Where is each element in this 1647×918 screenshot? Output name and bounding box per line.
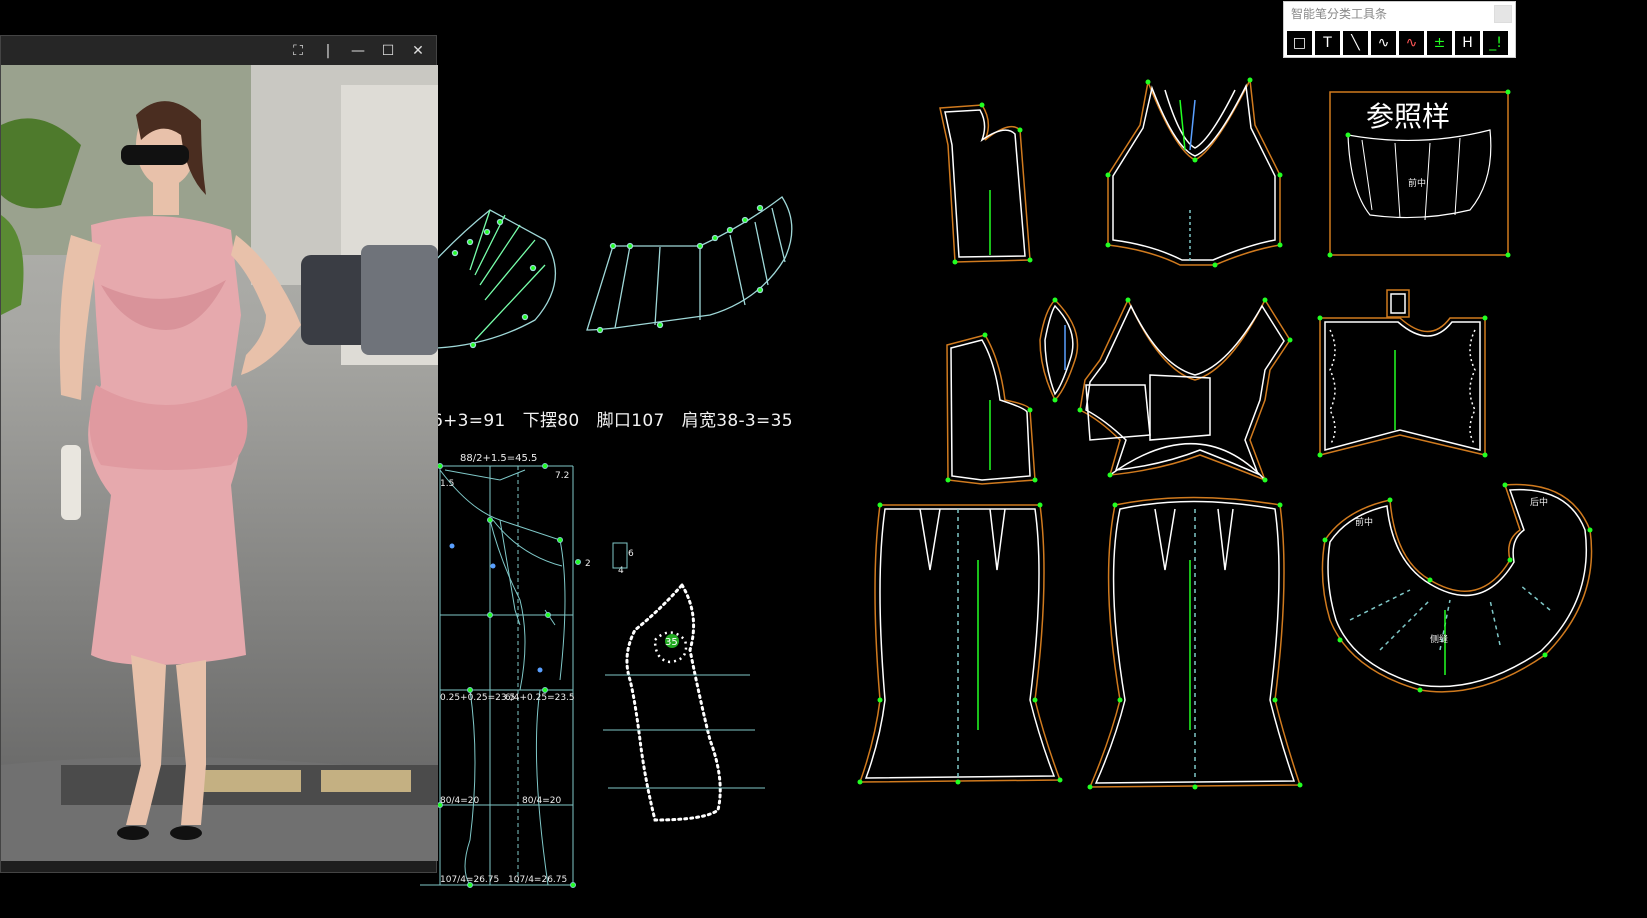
viewer-titlebar[interactable]: ⛶ | — ☐ ✕ bbox=[1, 36, 436, 65]
measurement-text: 6+3=91 下摆80 脚口107 肩宽38-3=35 bbox=[432, 411, 793, 431]
fit-screen-icon[interactable]: ⛶ bbox=[290, 43, 306, 59]
svg-text:前中: 前中 bbox=[1408, 177, 1426, 189]
svg-text:0.25+0.25=23.5: 0.25+0.25=23.5 bbox=[440, 693, 515, 703]
svg-text:侧缝: 侧缝 bbox=[1430, 633, 1448, 645]
svg-text:6/4+0.25=23.5: 6/4+0.25=23.5 bbox=[505, 693, 575, 703]
minimize-icon[interactable]: — bbox=[350, 43, 366, 59]
smart-curve-icon[interactable]: ∿ bbox=[1399, 31, 1424, 55]
svg-text:107/4=26.75: 107/4=26.75 bbox=[440, 875, 499, 885]
ruffle-piece-left[interactable] bbox=[419, 209, 557, 349]
rectangle-icon[interactable]: □ bbox=[1287, 31, 1312, 55]
svg-text:7.2: 7.2 bbox=[555, 471, 569, 481]
text-icon[interactable]: T bbox=[1315, 31, 1340, 55]
pattern-skirt-front[interactable] bbox=[858, 504, 1062, 783]
ruffle-piece-right[interactable] bbox=[586, 196, 793, 334]
photo-viewer-window[interactable]: ⛶ | — ☐ ✕ bbox=[0, 35, 438, 873]
tolerance-icon[interactable]: ± bbox=[1427, 31, 1452, 55]
pattern-v-neck-bodice[interactable] bbox=[1107, 77, 1281, 266]
pattern-crossed-bodice[interactable] bbox=[1079, 298, 1291, 482]
pattern-leaf-piece[interactable] bbox=[1039, 298, 1079, 402]
dotted-piece[interactable]: 35 bbox=[603, 582, 765, 822]
svg-text:80/4=20: 80/4=20 bbox=[440, 796, 479, 806]
line-icon[interactable]: ╲ bbox=[1343, 31, 1368, 55]
pattern-bow-piece[interactable] bbox=[1319, 289, 1486, 456]
maximize-icon[interactable]: ☐ bbox=[380, 43, 396, 59]
pattern-back-bodice[interactable] bbox=[946, 334, 1036, 485]
svg-text:后中: 后中 bbox=[1530, 496, 1548, 508]
toolbar-close-button[interactable] bbox=[1494, 5, 1512, 23]
reference-box[interactable]: 参照样 bbox=[1329, 91, 1509, 256]
close-icon[interactable]: ✕ bbox=[410, 43, 426, 59]
smart-pen-toolbar[interactable]: 智能笔分类工具条 □ T ╲ ∿ ∿ ± H _! bbox=[1283, 1, 1516, 58]
control-points bbox=[857, 77, 1593, 790]
pattern-cape-collar[interactable] bbox=[1321, 483, 1593, 693]
pattern-skirt-back[interactable] bbox=[1088, 496, 1302, 788]
reference-label: 参照样 bbox=[1366, 100, 1450, 133]
small-tab-piece[interactable] bbox=[612, 542, 628, 569]
curve-icon[interactable]: ∿ bbox=[1371, 31, 1396, 55]
svg-text:1.5: 1.5 bbox=[440, 479, 454, 489]
height-icon[interactable]: H bbox=[1455, 31, 1480, 55]
svg-text:80/4=20: 80/4=20 bbox=[522, 796, 561, 806]
draft-grid[interactable] bbox=[420, 463, 581, 888]
svg-text:6: 6 bbox=[628, 549, 634, 559]
toolbar-title: 智能笔分类工具条 bbox=[1291, 7, 1388, 21]
pattern-front-bodice-small[interactable] bbox=[939, 104, 1031, 263]
draft-labels: 88/2+1.5=45.5 7.2 1.5 0.25+0.25=23.5 6/4… bbox=[440, 453, 634, 885]
svg-text:35: 35 bbox=[665, 637, 678, 648]
corner-icon[interactable]: _! bbox=[1483, 31, 1508, 55]
svg-text:107/4=26.75: 107/4=26.75 bbox=[508, 875, 567, 885]
svg-text:前中: 前中 bbox=[1355, 516, 1373, 528]
svg-text:2: 2 bbox=[585, 559, 591, 569]
dress-photo bbox=[1, 65, 438, 861]
separator-icon: | bbox=[325, 42, 331, 59]
svg-text:88/2+1.5=45.5: 88/2+1.5=45.5 bbox=[460, 453, 537, 464]
piece-labels: 侧缝 后中 前中 前中 bbox=[1355, 177, 1548, 645]
